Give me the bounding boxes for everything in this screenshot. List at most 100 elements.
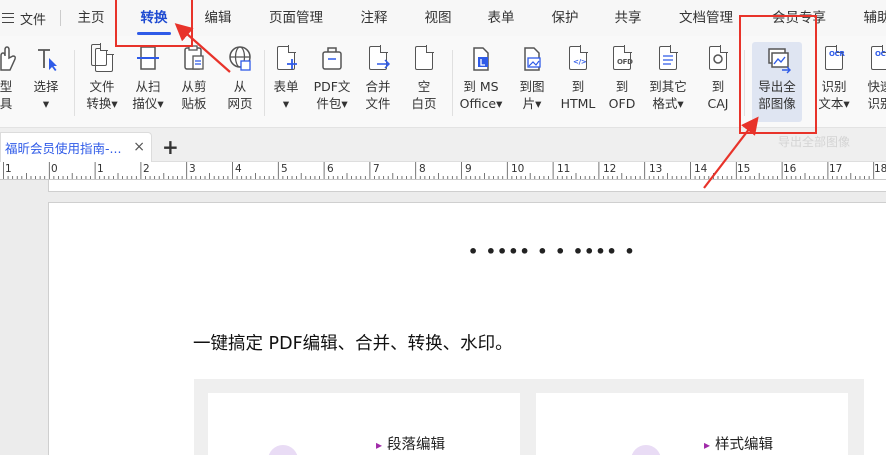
tab-page-management[interactable]: 页面管理 [267,0,325,36]
ribbon-label-line2: HTML [560,96,596,111]
ruler-number: 12 [603,163,617,175]
file-menu-label: 文件 [20,12,47,28]
quick-ocr-icon: OCR [867,44,886,74]
ribbon-label-line1: 到图 [519,79,545,94]
caj-icon [705,44,731,74]
ribbon-label-line2: 具 [0,96,13,111]
file-convert-icon [89,43,115,74]
tab-accessibility[interactable]: 辅助 [862,0,886,36]
html-icon-tag: </> [573,58,587,66]
document-tab-title: 福昕会员使用指南-... [5,141,122,156]
ribbon-label-line1: 到其它 [649,79,687,94]
to-html-button[interactable]: </> 到 HTML [556,44,600,112]
ribbon-label-line1: 选择 [33,79,59,94]
tab-document-management[interactable]: 文档管理 [677,0,735,36]
ocr-icon-tag: OCR [829,50,845,58]
tab-edit[interactable]: 编辑 [203,0,233,36]
ribbon-label-line1: 空 [417,79,431,94]
decorative-dots: • •••• • • •••• • [468,242,636,261]
feature-card: 段落编辑 [208,393,520,455]
ribbon-label-line1: 到 [571,79,585,94]
ofd-icon-tag: OFD [617,58,633,66]
ribbon-separator [452,50,453,116]
ribbon-label-line2: CAJ [707,96,729,111]
ribbon-label-line1: 到 [711,79,725,94]
document-tab[interactable]: 福昕会员使用指南-... × [0,132,152,162]
from-clipboard-button[interactable]: 从剪 贴板 [172,44,216,112]
tab-form[interactable]: 表单 [486,0,516,36]
merge-icon [365,44,391,74]
close-icon[interactable]: × [133,139,145,155]
form-icon [273,44,299,74]
ruler-number: 17 [829,163,843,175]
ruler-ticks [3,162,875,179]
add-tab-button[interactable]: + [162,135,179,159]
ofd-icon: OFD [609,44,635,74]
to-caj-button[interactable]: 到 CAJ [696,44,740,112]
tab-view[interactable]: 视图 [423,0,453,36]
ruler-number: 7 [373,163,380,175]
to-other-formats-button[interactable]: 到其它 格式▾ [646,44,690,112]
to-ms-office-button[interactable]: 到 MS Office▾ [458,44,504,112]
ribbon-label-line2: ▾ [42,96,50,111]
ribbon-label-line2: 白页 [411,96,437,111]
ribbon-label-line2: 文件 [365,96,391,111]
ribbon-label-line2: 转换▾ [86,96,118,111]
quick-ocr-icon-tag: OCR [875,50,886,58]
select-button[interactable]: 选择 ▾ [24,44,68,112]
ruler-number: 1 [5,163,12,175]
ocr-icon: OCR [821,44,847,74]
tab-home[interactable]: 主页 [76,0,106,36]
blank-page-button[interactable]: 空 白页 [402,44,446,112]
tooltip-ghost: 导出全部图像 [778,135,851,149]
tab-annotate[interactable]: 注释 [359,0,389,36]
ribbon-label-line1: 表单 [273,79,299,94]
page-heading: 一键搞定 PDF编辑、合并、转换、水印。 [193,334,513,354]
from-webpage-button[interactable]: 从 网页 [218,44,262,112]
ribbon-label-line2: ▾ [282,96,290,111]
text-select-icon [33,44,59,74]
ribbon-label-line2: 识别 [867,96,886,111]
ruler-number: 13 [649,163,663,175]
pdf-package-button[interactable]: PDF文 件包▾ [310,44,354,112]
ribbon-label-line1: 快速 [867,79,886,94]
ribbon-label-line2: 格式▾ [652,96,684,111]
scanner-icon [135,44,161,74]
quick-ocr-button[interactable]: OCR 快速 识别 [858,44,886,112]
ruler-number: 5 [281,163,288,175]
ribbon-label-line2: 贴板 [181,96,207,111]
ocr-text-button[interactable]: OCR 识别 文本▾ [812,44,856,112]
ruler-number: 1 [97,163,104,175]
tab-protect[interactable]: 保护 [550,0,580,36]
ribbon-label-line1: 到 [615,79,629,94]
ribbon-separator [74,50,75,116]
file-menu[interactable]: 文件 [0,0,58,36]
other-formats-icon [655,44,681,74]
globe-icon [227,44,253,74]
form-button[interactable]: 表单 ▾ [264,44,308,112]
to-ofd-button[interactable]: OFD 到 OFD [600,44,644,112]
tab-share[interactable]: 共享 [613,0,643,36]
menu-separator [60,10,61,26]
hamburger-icon [2,13,14,23]
ribbon-label-line2: 件包▾ [316,96,348,111]
ruler-number: 0 [51,163,58,175]
ruler-number: 16 [783,163,797,175]
ribbon-label-line1: PDF文 [313,79,351,94]
ribbon-label-line2: Office▾ [459,96,503,111]
ruler-number: 14 [694,163,708,175]
from-scanner-button[interactable]: 从扫 描仪▾ [126,44,170,112]
file-convert-button[interactable]: 文件 转换▾ [80,43,124,112]
annotation-box-convert-tab [115,0,193,47]
merge-files-button[interactable]: 合并 文件 [356,44,400,112]
decorative-blob [631,445,661,455]
ruler-number: 4 [235,163,242,175]
clipboard-icon [181,44,207,74]
previous-page-bottom [48,180,886,192]
to-image-button[interactable]: 到图 片▾ [510,44,554,112]
feature-card: 样式编辑 [536,393,848,455]
ruler-number: 3 [189,163,196,175]
feature-card-title: 样式编辑 [704,433,773,454]
ruler-number: 6 [327,163,334,175]
package-icon [319,44,345,74]
